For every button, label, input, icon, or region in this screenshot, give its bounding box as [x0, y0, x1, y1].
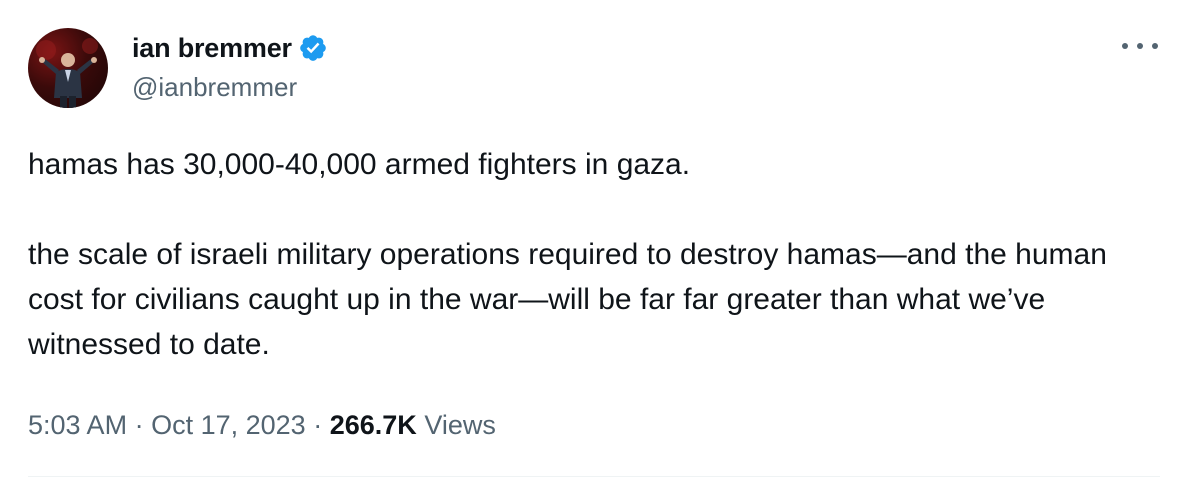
avatar-photo: [36, 38, 98, 108]
tweet-timestamp[interactable]: 5:03 AM · Oct 17, 2023: [28, 410, 306, 440]
user-handle[interactable]: @ianbremmer: [132, 72, 328, 103]
divider: [28, 476, 1160, 477]
views-label: Views: [424, 410, 496, 440]
display-name[interactable]: ian bremmer: [132, 33, 292, 64]
tweet-text: hamas has 30,000-40,000 armed fighters i…: [28, 142, 1168, 367]
meta-separator: ·: [313, 410, 323, 440]
meta-separator: ·: [134, 410, 144, 440]
more-options-icon[interactable]: [1122, 34, 1158, 58]
dot: [1137, 43, 1143, 49]
tweet-card: ian bremmer @ianbremmer hamas has 30,000…: [0, 0, 1196, 490]
name-row: ian bremmer: [132, 30, 328, 66]
avatar[interactable]: [28, 28, 108, 108]
author-block: ian bremmer @ianbremmer: [132, 30, 328, 103]
tweet-paragraph: hamas has 30,000-40,000 armed fighters i…: [28, 148, 691, 181]
verified-badge-icon: [298, 33, 328, 63]
tweet-date: Oct 17, 2023: [151, 410, 306, 440]
tweet-meta: 5:03 AM · Oct 17, 2023 · 266.7K Views: [28, 410, 496, 441]
dot: [1122, 43, 1128, 49]
tweet-paragraph: the scale of israeli military operations…: [28, 238, 1107, 361]
views-count: 266.7K: [329, 410, 417, 440]
dot: [1152, 43, 1158, 49]
tweet-time: 5:03 AM: [28, 410, 128, 440]
